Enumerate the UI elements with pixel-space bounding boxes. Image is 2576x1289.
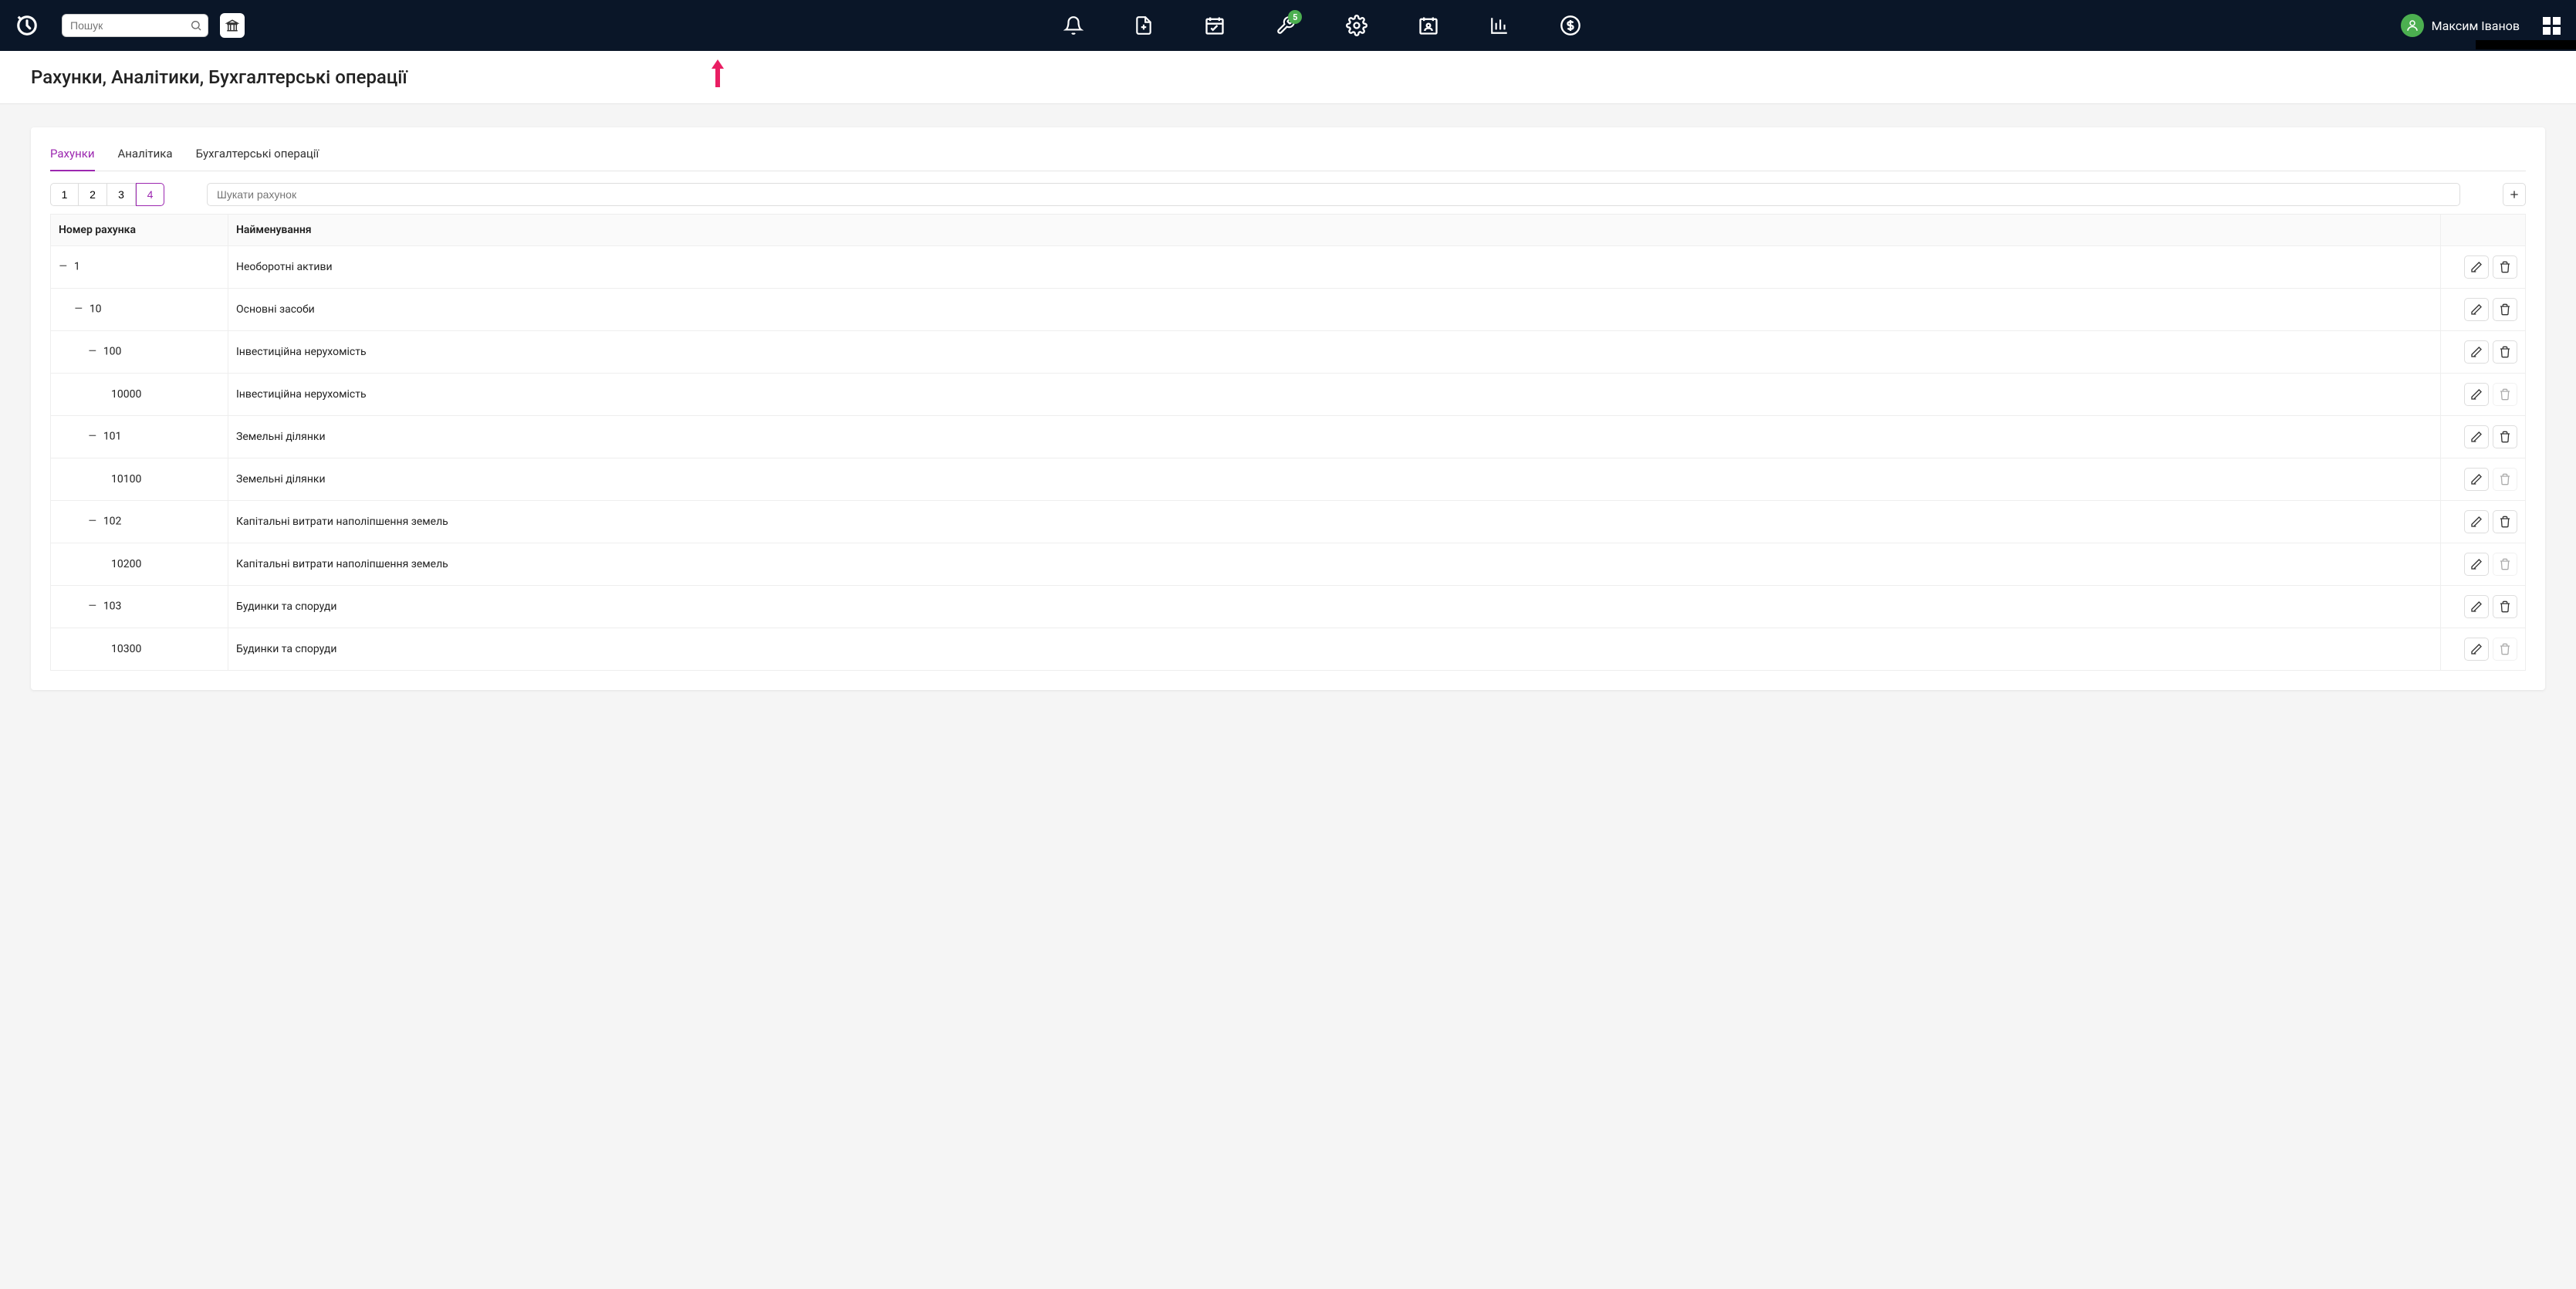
account-name: Капітальні витрати наполіпшення земель	[228, 543, 2441, 586]
nav-center: 5	[256, 15, 2389, 36]
delete-button	[2493, 553, 2517, 576]
account-number: 102	[103, 516, 122, 528]
filter-container	[207, 183, 2460, 206]
avatar	[2401, 14, 2424, 37]
tab-2[interactable]: Бухгалтерські операції	[196, 147, 319, 171]
edit-button[interactable]	[2464, 255, 2489, 279]
toolbar: 1234	[50, 183, 2526, 206]
page-btn-2[interactable]: 2	[79, 183, 107, 206]
edit-button[interactable]	[2464, 638, 2489, 661]
delete-button[interactable]	[2493, 255, 2517, 279]
notifications-icon[interactable]	[1063, 15, 1083, 36]
calendar-check-icon[interactable]	[1204, 15, 1225, 36]
delete-button	[2493, 468, 2517, 491]
page-title: Рахунки, Аналітики, Бухгалтерські операц…	[31, 66, 2545, 88]
delete-button	[2493, 383, 2517, 406]
tab-1[interactable]: Аналітика	[118, 147, 173, 171]
edit-button[interactable]	[2464, 595, 2489, 618]
delete-button[interactable]	[2493, 298, 2517, 321]
wrench-badge: 5	[1288, 10, 1302, 24]
delete-button[interactable]	[2493, 340, 2517, 364]
account-number: 103	[103, 601, 122, 613]
user-name: Максим Іванов	[2432, 19, 2520, 33]
table-row: –103 Будинки та споруди	[51, 586, 2526, 628]
account-number: 10200	[111, 558, 141, 570]
page-btn-3[interactable]: 3	[107, 183, 136, 206]
logo-icon[interactable]	[15, 14, 39, 37]
account-name: Інвестиційна нерухомість	[228, 374, 2441, 416]
edit-button[interactable]	[2464, 425, 2489, 448]
delete-button[interactable]	[2493, 510, 2517, 533]
page-header: Рахунки, Аналітики, Бухгалтерські операц…	[0, 51, 2576, 104]
edit-button[interactable]	[2464, 510, 2489, 533]
global-search	[62, 14, 208, 37]
table-row: 10200 Капітальні витрати наполіпшення зем…	[51, 543, 2526, 586]
table-row: 10000 Інвестиційна нерухомість	[51, 374, 2526, 416]
edit-button[interactable]	[2464, 340, 2489, 364]
table-row: –101 Земельні ділянки	[51, 416, 2526, 458]
chart-icon[interactable]	[1489, 15, 1509, 36]
delete-button[interactable]	[2493, 595, 2517, 618]
collapse-icon[interactable]: –	[88, 430, 97, 444]
accounts-table: Номер рахунка Найменування –1Необоротні …	[50, 214, 2526, 671]
filter-input[interactable]	[207, 183, 2460, 206]
currency-icon[interactable]	[1560, 15, 1581, 36]
tabs: Рахунки Аналітика Бухгалтерські операції	[50, 147, 2526, 171]
delete-button	[2493, 638, 2517, 661]
account-name: Земельні ділянки	[228, 416, 2441, 458]
th-actions	[2441, 215, 2526, 246]
collapse-icon[interactable]: –	[74, 303, 83, 316]
table-row: –102 Капітальні витрати наполіпшення земе…	[51, 501, 2526, 543]
account-name: Інвестиційна нерухомість	[228, 331, 2441, 374]
arrow-up-indicator	[708, 58, 727, 92]
collapse-icon[interactable]: –	[88, 345, 97, 359]
account-number: 10000	[111, 388, 141, 401]
account-number: 100	[103, 346, 122, 358]
page-buttons: 1234	[50, 183, 164, 206]
contact-calendar-icon[interactable]	[1418, 15, 1439, 36]
table-row: –10 Основні засоби	[51, 289, 2526, 331]
account-number: 10	[90, 303, 102, 316]
account-name: Будинки та споруди	[228, 586, 2441, 628]
table-row: –100 Інвестиційна нерухомість	[51, 331, 2526, 374]
account-name: Основні засоби	[228, 289, 2441, 331]
account-name: Земельні ділянки	[228, 458, 2441, 501]
add-button[interactable]	[2503, 183, 2526, 206]
search-input[interactable]	[62, 14, 208, 37]
page-btn-4[interactable]: 4	[136, 183, 164, 206]
topbar: 5	[0, 0, 2576, 51]
tab-0[interactable]: Рахунки	[50, 147, 95, 171]
search-icon	[190, 19, 202, 35]
content-card: Рахунки Аналітика Бухгалтерські операції 1…	[31, 127, 2545, 690]
user-menu[interactable]: Максим Іванов	[2401, 14, 2520, 37]
redacted-bar	[2476, 40, 2576, 49]
account-number: 10300	[111, 643, 141, 655]
settings-icon[interactable]	[1346, 15, 1367, 36]
th-name: Найменування	[228, 215, 2441, 246]
collapse-icon[interactable]: –	[59, 260, 68, 274]
edit-button[interactable]	[2464, 383, 2489, 406]
account-number: 10100	[111, 473, 141, 485]
bank-button[interactable]	[220, 13, 245, 38]
edit-button[interactable]	[2464, 468, 2489, 491]
page-btn-1[interactable]: 1	[50, 183, 79, 206]
delete-button[interactable]	[2493, 425, 2517, 448]
account-number: 101	[103, 431, 122, 443]
account-number: 1	[74, 261, 80, 273]
table-row: 10100 Земельні ділянки	[51, 458, 2526, 501]
th-number: Номер рахунка	[51, 215, 228, 246]
apps-grid-icon[interactable]	[2543, 17, 2561, 35]
collapse-icon[interactable]: –	[88, 515, 97, 529]
collapse-icon[interactable]: –	[88, 600, 97, 614]
edit-button[interactable]	[2464, 298, 2489, 321]
table-row: –1 Необоротні активи	[51, 246, 2526, 289]
edit-button[interactable]	[2464, 553, 2489, 576]
wrench-icon[interactable]: 5	[1276, 15, 1296, 36]
account-name: Необоротні активи	[228, 246, 2441, 289]
account-name: Будинки та споруди	[228, 628, 2441, 671]
table-row: 10300 Будинки та споруди	[51, 628, 2526, 671]
new-document-icon[interactable]	[1134, 15, 1154, 36]
account-name: Капітальні витрати наполіпшення земель	[228, 501, 2441, 543]
